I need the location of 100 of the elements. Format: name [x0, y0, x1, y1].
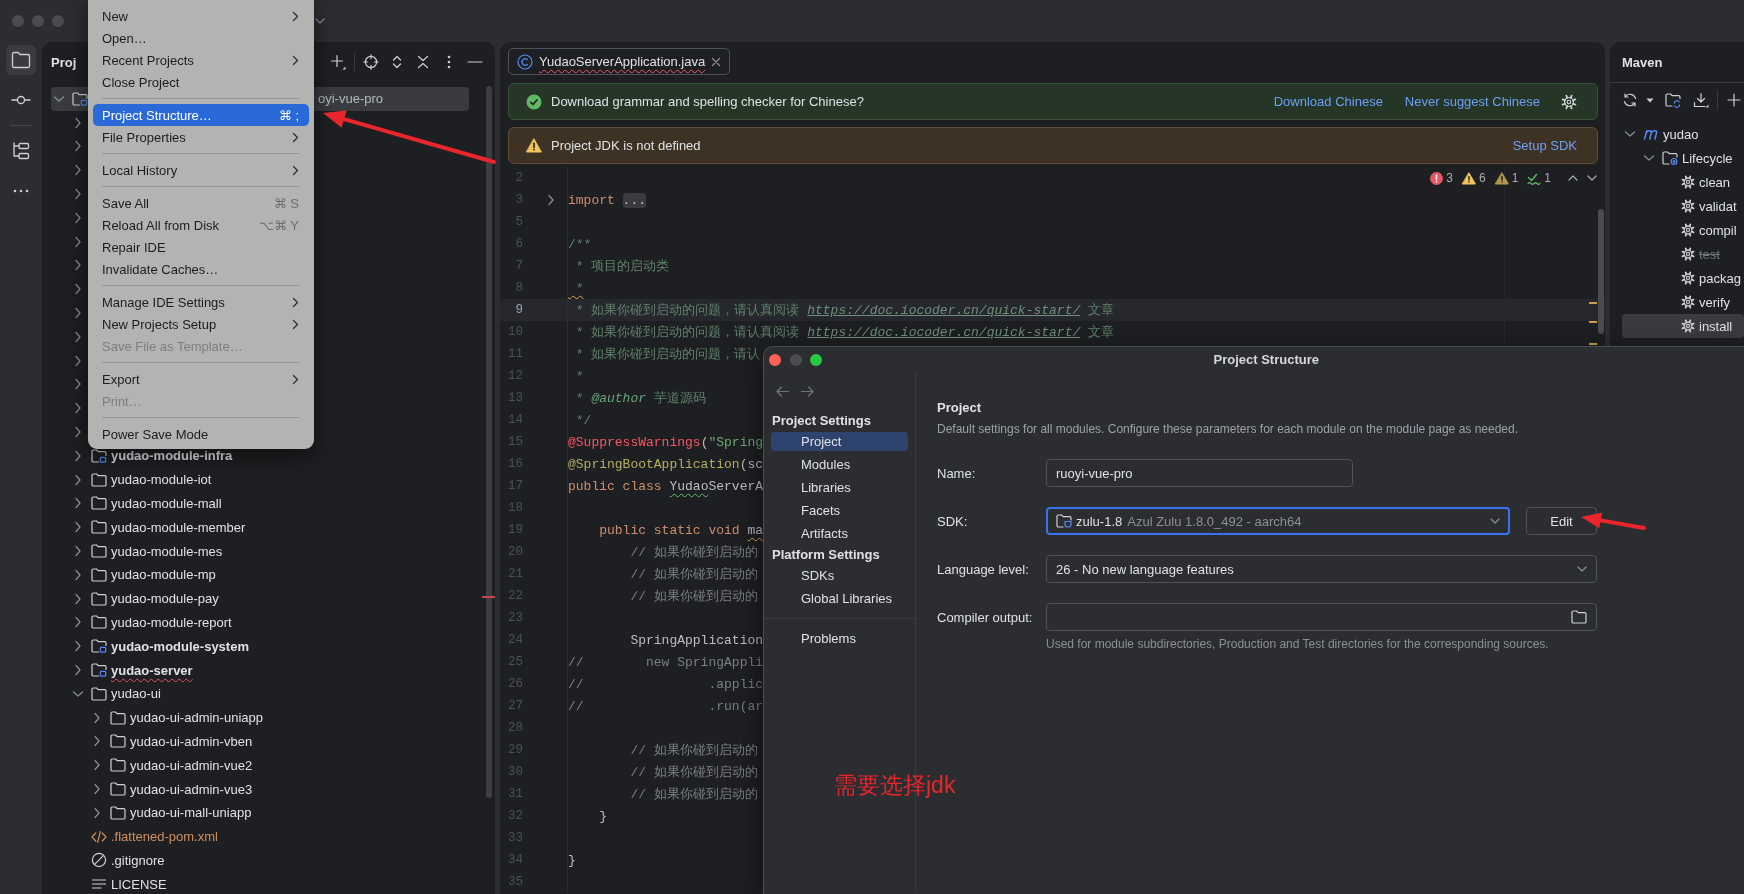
- caret-up-icon[interactable]: [1568, 175, 1578, 181]
- chevron-right-icon[interactable]: [74, 188, 82, 201]
- menu-item[interactable]: Close Project: [93, 71, 309, 93]
- tree-item[interactable]: oyi-vue-pro: [314, 87, 469, 111]
- tree-item[interactable]: yudao-module-pay: [51, 586, 221, 611]
- tree-item[interactable]: clean: [1622, 170, 1733, 194]
- nav-item[interactable]: Libraries: [771, 478, 908, 497]
- tree-item[interactable]: yudao-module-mall: [51, 491, 224, 516]
- menu-item[interactable]: Export: [93, 368, 309, 390]
- tree-item[interactable]: yudao-module-iot: [51, 467, 214, 492]
- tree-item[interactable]: yudao: [1622, 122, 1701, 146]
- menu-item[interactable]: Power Save Mode: [93, 423, 309, 445]
- chevron-right-icon[interactable]: [74, 283, 82, 296]
- action-link[interactable]: Never suggest Chinese: [1404, 94, 1540, 109]
- menu-item[interactable]: Open…: [93, 27, 309, 49]
- chevron-down-icon[interactable]: [72, 689, 84, 698]
- tree-item[interactable]: .flattened-pom.xml: [51, 824, 220, 849]
- nav-item[interactable]: Facets: [771, 501, 908, 520]
- chevron-right-icon[interactable]: [93, 759, 101, 772]
- menu-item[interactable]: Invalidate Caches…: [93, 258, 309, 280]
- chevron-right-icon[interactable]: [547, 194, 555, 206]
- scrollbar[interactable]: [1598, 209, 1604, 334]
- menu-item[interactable]: New Projects Setup: [93, 313, 309, 335]
- menu-item[interactable]: New: [93, 5, 309, 27]
- zoom-window-button[interactable]: [810, 353, 822, 366]
- collapse-icon[interactable]: [417, 55, 429, 69]
- chevron-right-icon[interactable]: [74, 521, 82, 534]
- tree-item[interactable]: compil: [1622, 218, 1739, 242]
- tree-item[interactable]: yudao-ui-admin-uniapp: [51, 705, 265, 730]
- chevron-right-icon[interactable]: [74, 497, 82, 510]
- tree-item[interactable]: install: [1622, 314, 1744, 338]
- tree-item[interactable]: yudao-module-mp: [51, 562, 218, 587]
- menu-item[interactable]: Manage IDE Settings: [93, 291, 309, 313]
- chevron-right-icon[interactable]: [74, 259, 82, 272]
- chevron-down-icon[interactable]: [1624, 130, 1636, 138]
- chevron-right-icon[interactable]: [74, 354, 82, 367]
- chevron-right-icon[interactable]: [74, 545, 82, 558]
- folder-icon[interactable]: [1571, 610, 1587, 624]
- chevron-right-icon[interactable]: [74, 116, 82, 129]
- chevron-right-icon[interactable]: [74, 592, 82, 605]
- chevron-right-icon[interactable]: [93, 735, 101, 748]
- text-field[interactable]: ruoyi-vue-pro: [1046, 459, 1353, 487]
- tree-item[interactable]: yudao-module-system: [51, 634, 251, 659]
- tree-item[interactable]: validat: [1622, 194, 1739, 218]
- crosshair-icon[interactable]: [363, 54, 379, 70]
- tree-item[interactable]: yudao-ui-admin-vben: [51, 729, 255, 754]
- more-icon[interactable]: [447, 55, 451, 69]
- chevron-right-icon[interactable]: [74, 164, 82, 177]
- chevron-right-icon[interactable]: [74, 664, 82, 676]
- chevron-down-icon[interactable]: [53, 94, 65, 103]
- tree-item[interactable]: yudao-ui-admin-vue2: [51, 753, 255, 778]
- tree-item[interactable]: LICENSE: [51, 872, 169, 894]
- chevron-right-icon[interactable]: [74, 235, 82, 248]
- tree-item[interactable]: yudao-module-mes: [51, 539, 225, 563]
- folder-refresh-icon[interactable]: [1665, 92, 1681, 108]
- tree-item[interactable]: .gitignore: [51, 848, 167, 873]
- action-link[interactable]: Setup SDK: [1512, 138, 1577, 153]
- chevron-right-icon[interactable]: [74, 307, 82, 320]
- structure-icon[interactable]: [11, 141, 31, 161]
- up-down-chevron-icon[interactable]: [392, 55, 402, 69]
- editor-tab[interactable]: YudaoServerApplication.java: [508, 48, 731, 75]
- chevron-right-icon[interactable]: [74, 640, 82, 653]
- close-icon[interactable]: [711, 56, 722, 67]
- nav-item[interactable]: Artifacts: [771, 524, 908, 543]
- download-icon[interactable]: [1693, 92, 1709, 108]
- chevron-right-icon[interactable]: [74, 426, 82, 439]
- chevron-right-icon[interactable]: [74, 473, 82, 486]
- back-arrow-icon[interactable]: [776, 385, 789, 397]
- dropdown[interactable]: 26 - No new language features: [1046, 555, 1597, 583]
- forward-arrow-icon[interactable]: [801, 385, 814, 397]
- chevron-down-icon[interactable]: [1643, 154, 1655, 162]
- action-link[interactable]: Download Chinese: [1273, 94, 1383, 109]
- nav-item[interactable]: Modules: [771, 455, 908, 474]
- nav-item[interactable]: Global Libraries: [771, 589, 908, 608]
- tree-item[interactable]: yudao-server: [51, 658, 195, 682]
- menu-item[interactable]: File Properties: [93, 126, 309, 148]
- tree-item[interactable]: verify: [1622, 290, 1733, 314]
- tree-item[interactable]: yudao-module-member: [51, 515, 248, 540]
- chevron-right-icon[interactable]: [74, 449, 82, 462]
- scrollbar[interactable]: [486, 86, 492, 798]
- menu-item[interactable]: Reload All from Disk ⌥⌘ Y: [93, 214, 309, 236]
- menu-item[interactable]: Project Structure… ⌘ ;: [93, 104, 309, 126]
- folder-icon[interactable]: [6, 45, 36, 75]
- chevron-right-icon[interactable]: [93, 783, 101, 795]
- chevron-right-icon[interactable]: [93, 711, 101, 724]
- chevron-right-icon[interactable]: [74, 330, 82, 343]
- tree-item[interactable]: yudao-ui-mall-uniapp: [51, 800, 254, 825]
- chevron-right-icon[interactable]: [74, 568, 82, 581]
- path-field[interactable]: [1046, 603, 1597, 631]
- chevron-right-icon[interactable]: [74, 378, 82, 391]
- settings-icon[interactable]: [1561, 93, 1577, 110]
- plus-icon[interactable]: [1727, 93, 1741, 107]
- nav-item[interactable]: SDKs: [771, 566, 908, 585]
- chevron-right-icon[interactable]: [74, 616, 82, 629]
- caret-down-icon[interactable]: [1587, 175, 1597, 181]
- tree-item[interactable]: yudao-module-infra: [51, 443, 235, 468]
- nav-item[interactable]: Problems: [771, 629, 908, 648]
- nav-item[interactable]: Project: [771, 432, 908, 451]
- edit-button[interactable]: Edit: [1526, 507, 1597, 535]
- refresh-icon[interactable]: [1623, 93, 1637, 107]
